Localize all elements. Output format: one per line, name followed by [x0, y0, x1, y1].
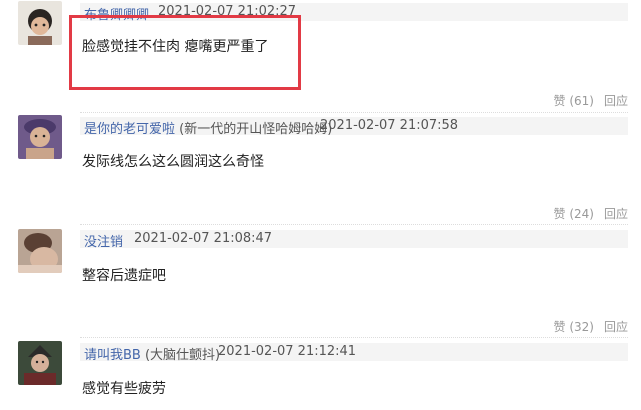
reply-button[interactable]: 回应	[604, 94, 628, 108]
like-count: (32)	[569, 320, 594, 334]
like-button[interactable]: 赞 (24)	[554, 207, 594, 221]
comment-header: 请叫我BB (大脑仕颤抖) 2021-02-07 21:12:41	[80, 343, 628, 363]
user-tag: (新一代的开山怪哈姆哈姆)	[179, 122, 333, 137]
username-text: 是你的老可爱啦	[84, 122, 176, 137]
reply-button[interactable]: 回应	[604, 207, 628, 221]
highlight-box	[69, 15, 301, 90]
like-button[interactable]: 赞 (61)	[554, 94, 594, 108]
comment-actions: 赞 (24) 回应	[554, 205, 629, 222]
comment-text: 感觉有些疲劳	[82, 381, 166, 397]
reply-button[interactable]: 回应	[604, 320, 628, 334]
like-label: 赞	[553, 94, 566, 108]
like-count: (61)	[569, 94, 594, 108]
comment-text: 整容后遗症吧	[82, 268, 166, 284]
timestamp: 2021-02-07 21:08:47	[134, 231, 273, 246]
username-link[interactable]: 没注销	[84, 231, 123, 250]
username-link[interactable]: 是你的老可爱啦 (新一代的开山怪哈姆哈姆)	[84, 118, 332, 137]
divider	[80, 337, 628, 338]
username-link[interactable]: 请叫我BB (大脑仕颤抖)	[84, 344, 220, 363]
divider	[80, 112, 628, 113]
avatar[interactable]	[18, 1, 62, 45]
divider	[80, 224, 628, 225]
like-label: 赞	[553, 207, 566, 221]
user-tag: (大脑仕颤抖)	[144, 348, 221, 363]
like-button[interactable]: 赞 (32)	[554, 320, 594, 334]
avatar[interactable]	[18, 115, 62, 159]
comment-header: 是你的老可爱啦 (新一代的开山怪哈姆哈姆) 2021-02-07 21:07:5…	[80, 117, 628, 137]
avatar[interactable]	[18, 229, 62, 273]
like-label: 赞	[553, 320, 566, 334]
username-text: 请叫我BB	[84, 348, 141, 363]
comment-text: 发际线怎么这么圆润这么奇怪	[82, 154, 264, 170]
avatar[interactable]	[18, 341, 62, 385]
comment-actions: 赞 (32) 回应	[554, 318, 629, 335]
timestamp: 2021-02-07 21:12:41	[218, 344, 357, 359]
comment-actions: 赞 (61) 回应	[554, 92, 629, 109]
comment-header: 没注销 2021-02-07 21:08:47	[80, 230, 628, 250]
timestamp: 2021-02-07 21:07:58	[320, 118, 459, 133]
like-count: (24)	[569, 207, 594, 221]
